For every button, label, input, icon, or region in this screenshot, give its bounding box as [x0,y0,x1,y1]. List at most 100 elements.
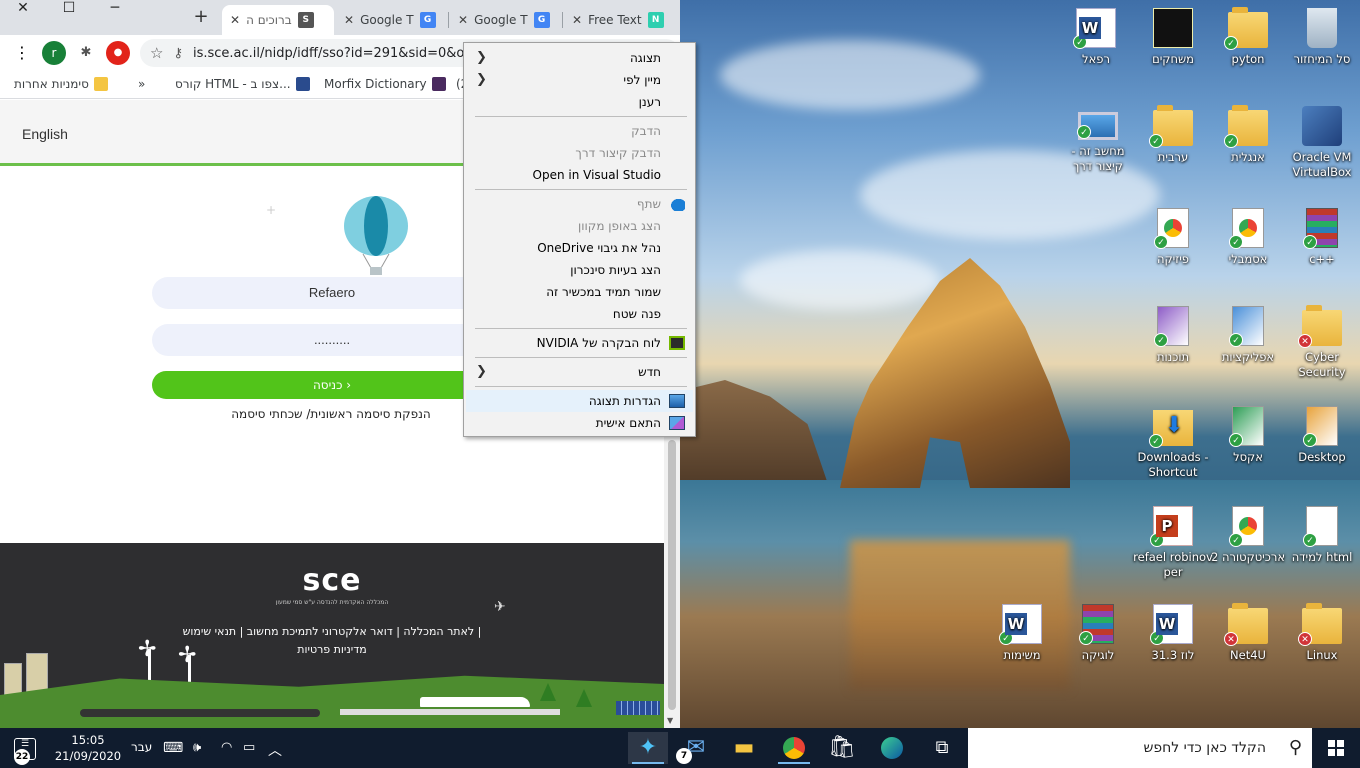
new-tab-button[interactable]: + [190,6,212,28]
desktop-icon-refael-ppt[interactable]: ✓ refael robinov per [1133,506,1213,580]
clock-time: 15:05 [71,733,105,747]
menu-item-view[interactable]: תצוגה ❮ [466,47,693,69]
taskbar-app-vs-icon[interactable]: ✦ [628,732,668,764]
menu-separator [475,189,687,190]
menu-item-paste-shortcut[interactable]: הדבק קיצור דרך [466,142,693,164]
menu-item-personalize[interactable]: התאם אישית [466,412,693,434]
taskbar-search-box[interactable]: הקלד כאן כדי לחפש ⚲ [968,728,1312,768]
wifi-icon[interactable]: ◠ [221,740,232,755]
desktop-icon-architecture[interactable]: ✓ ארכיטקטורה 2 [1208,506,1288,565]
menu-item-paste[interactable]: הדבק [466,120,693,142]
menu-item-refresh[interactable]: רענן [466,91,693,113]
start-button[interactable] [1312,728,1360,768]
username-field[interactable]: Refaero [152,277,512,309]
key-icon[interactable]: ⚷ [173,46,183,61]
active-indicator [632,762,664,764]
adblock-extension-icon[interactable]: ● [106,41,130,65]
language-link[interactable]: English [22,126,68,142]
desktop-icon-virtualbox[interactable]: Oracle VM VirtualBox [1282,106,1360,180]
desktop-icon-html-learning[interactable]: ✓ למידה html [1282,506,1360,565]
desktop-icon-software[interactable]: ✓ תוכנות [1133,306,1213,365]
wallpaper-cliff [680,380,830,490]
close-tab-icon[interactable]: ✕ [344,13,354,27]
menu-item-sort-by[interactable]: מיין לפי ❮ [466,69,693,91]
tab-google-translate-1[interactable]: ✕ Google T G [336,5,446,35]
desktop-icon-cyber-security[interactable]: ✕ Cyber Security [1282,305,1360,380]
desktop-icon-logic[interactable]: ✓ לוגיקה [1058,604,1138,663]
close-tab-icon[interactable]: ✕ [230,13,240,27]
desktop-icon-desktop[interactable]: ✓ Desktop [1282,406,1360,465]
file-icon: ✓ [1229,208,1264,249]
url-text[interactable]: is.sce.ac.il/nidp/idff/sso?id=291&sid=0&… [193,46,464,61]
menu-item-label: הצג בעיות סינכרון [570,263,661,277]
extensions-puzzle-icon[interactable]: ✱ [74,41,98,65]
bookmark-star-icon[interactable]: ☆ [150,44,163,62]
desktop-icon-downloads[interactable]: ✓ Downloads - Shortcut [1133,406,1213,480]
desktop-icon-english[interactable]: ✓ אנגלית [1208,105,1288,165]
menu-dots-icon[interactable]: ⋮ [10,41,34,65]
menu-item-display-settings[interactable]: הגדרות תצוגה [466,390,693,412]
taskbar-file-explorer-icon[interactable]: ▬ [724,732,764,764]
desktop-icon-arabic[interactable]: ✓ ערבית [1133,105,1213,165]
desktop-icon-assembly[interactable]: ✓ אסמבלי [1208,208,1288,267]
minimize-window-button[interactable]: ─ [92,0,138,30]
menu-item-view-online[interactable]: הצג באופן מקוון [466,215,693,237]
action-center-icon[interactable]: ☰ 22 [14,738,36,765]
tab-free-text[interactable]: ✕ Free Text N [564,5,680,35]
clock[interactable]: 15:05 21/09/2020 [50,732,126,764]
desktop-icon-games[interactable]: משחקים [1133,8,1213,67]
desktop-icon-schedule[interactable]: ✓ לוז 31.3 [1133,604,1213,663]
menu-item-new[interactable]: חדש ❮ [466,361,693,383]
desktop-icon-refael[interactable]: ✓ רפאל [1056,8,1136,67]
sce-logo[interactable]: sce [262,565,402,597]
password-field[interactable]: .......... [152,324,512,356]
bookmarks-overflow-chevron[interactable]: » [138,77,145,91]
desktop-icon-label: משחקים [1152,52,1194,66]
maximize-window-button[interactable]: ☐ [46,0,92,30]
menu-item-free-up-space[interactable]: פנה שטח [466,303,693,325]
menu-item-share[interactable]: שתף [466,193,693,215]
bookmark-html-course[interactable]: קורס HTML - צפו ב... [175,77,310,91]
close-window-button[interactable]: ✕ [0,0,46,30]
scrollbar-thumb[interactable] [668,440,676,710]
desktop-icon-net4u[interactable]: ✕ Net4U [1208,603,1288,663]
task-view-icon[interactable]: ⧉ [922,732,962,764]
footer-links-line1[interactable]: לאתר המכללה | דואר אלקטרוני לתמיכת מחשוב… [183,625,482,638]
privacy-policy-link[interactable]: מדיניות פרטיות [297,643,366,656]
menu-item-view-sync-problems[interactable]: הצג בעיות סינכרון [466,259,693,281]
taskbar-mail-icon[interactable]: ✉ 7 [676,732,716,764]
reset-password-link[interactable]: הנפקת סיסמה ראשונית/ שכחתי סיסמה [200,407,462,421]
menu-item-label: לוח הבקרה של NVIDIA [536,336,661,350]
desktop-icon-pyton[interactable]: ✓ pyton [1208,7,1288,67]
tab-google-translate-2[interactable]: ✕ Google T G [450,5,560,35]
desktop-icon-apps[interactable]: ✓ אפליקציות [1208,306,1288,365]
desktop-icon-linux[interactable]: ✕ Linux [1282,603,1360,663]
menu-item-manage-onedrive-backup[interactable]: נהל את גיבוי OneDrive [466,237,693,259]
tree-illustration [540,683,556,701]
menu-item-nvidia-control-panel[interactable]: לוח הבקרה של NVIDIA [466,332,693,354]
login-button[interactable]: כניסה › [152,371,512,399]
desktop-icon-this-pc[interactable]: ✓ מחשב זה - קיצור דרך [1058,106,1138,174]
taskbar-edge-icon[interactable] [872,732,912,764]
battery-icon[interactable]: ▭ [243,740,255,755]
close-tab-icon[interactable]: ✕ [458,13,468,27]
desktop-icon-excel[interactable]: ✓ אקסל [1208,406,1288,465]
bookmark-other-folder[interactable]: סימניות אחרות [14,77,108,91]
taskbar-chrome-icon[interactable] [774,732,814,764]
input-language-indicator[interactable]: עבר [131,740,152,754]
close-tab-icon[interactable]: ✕ [572,13,582,27]
volume-icon[interactable]: 🕪 [193,740,201,755]
desktop-icon-recycle-bin[interactable]: סל המיחזור [1282,8,1360,67]
desktop-icon-physics[interactable]: ✓ פיזיקה [1133,208,1213,267]
desktop-icon-tasks[interactable]: ✓ משימות [982,604,1062,663]
tab-sce-welcome[interactable]: ✕ ברוכים ה S [222,5,334,35]
touch-keyboard-icon[interactable]: ⌨ [163,740,183,756]
bookmark-morfix[interactable]: Morfix Dictionary [324,77,446,91]
menu-item-always-keep-on-device[interactable]: שמור תמיד במכשיר זה [466,281,693,303]
scroll-down-arrow-icon[interactable]: ▼ [667,716,673,725]
show-hidden-icons-chevron-icon[interactable]: ︿ [268,740,282,760]
profile-avatar[interactable]: r [42,41,66,65]
taskbar-store-icon[interactable]: 🛍 [822,732,862,764]
menu-item-open-in-visual-studio[interactable]: Open in Visual Studio [466,164,693,186]
desktop-icon-cpp[interactable]: ✓ c++ [1282,208,1360,267]
